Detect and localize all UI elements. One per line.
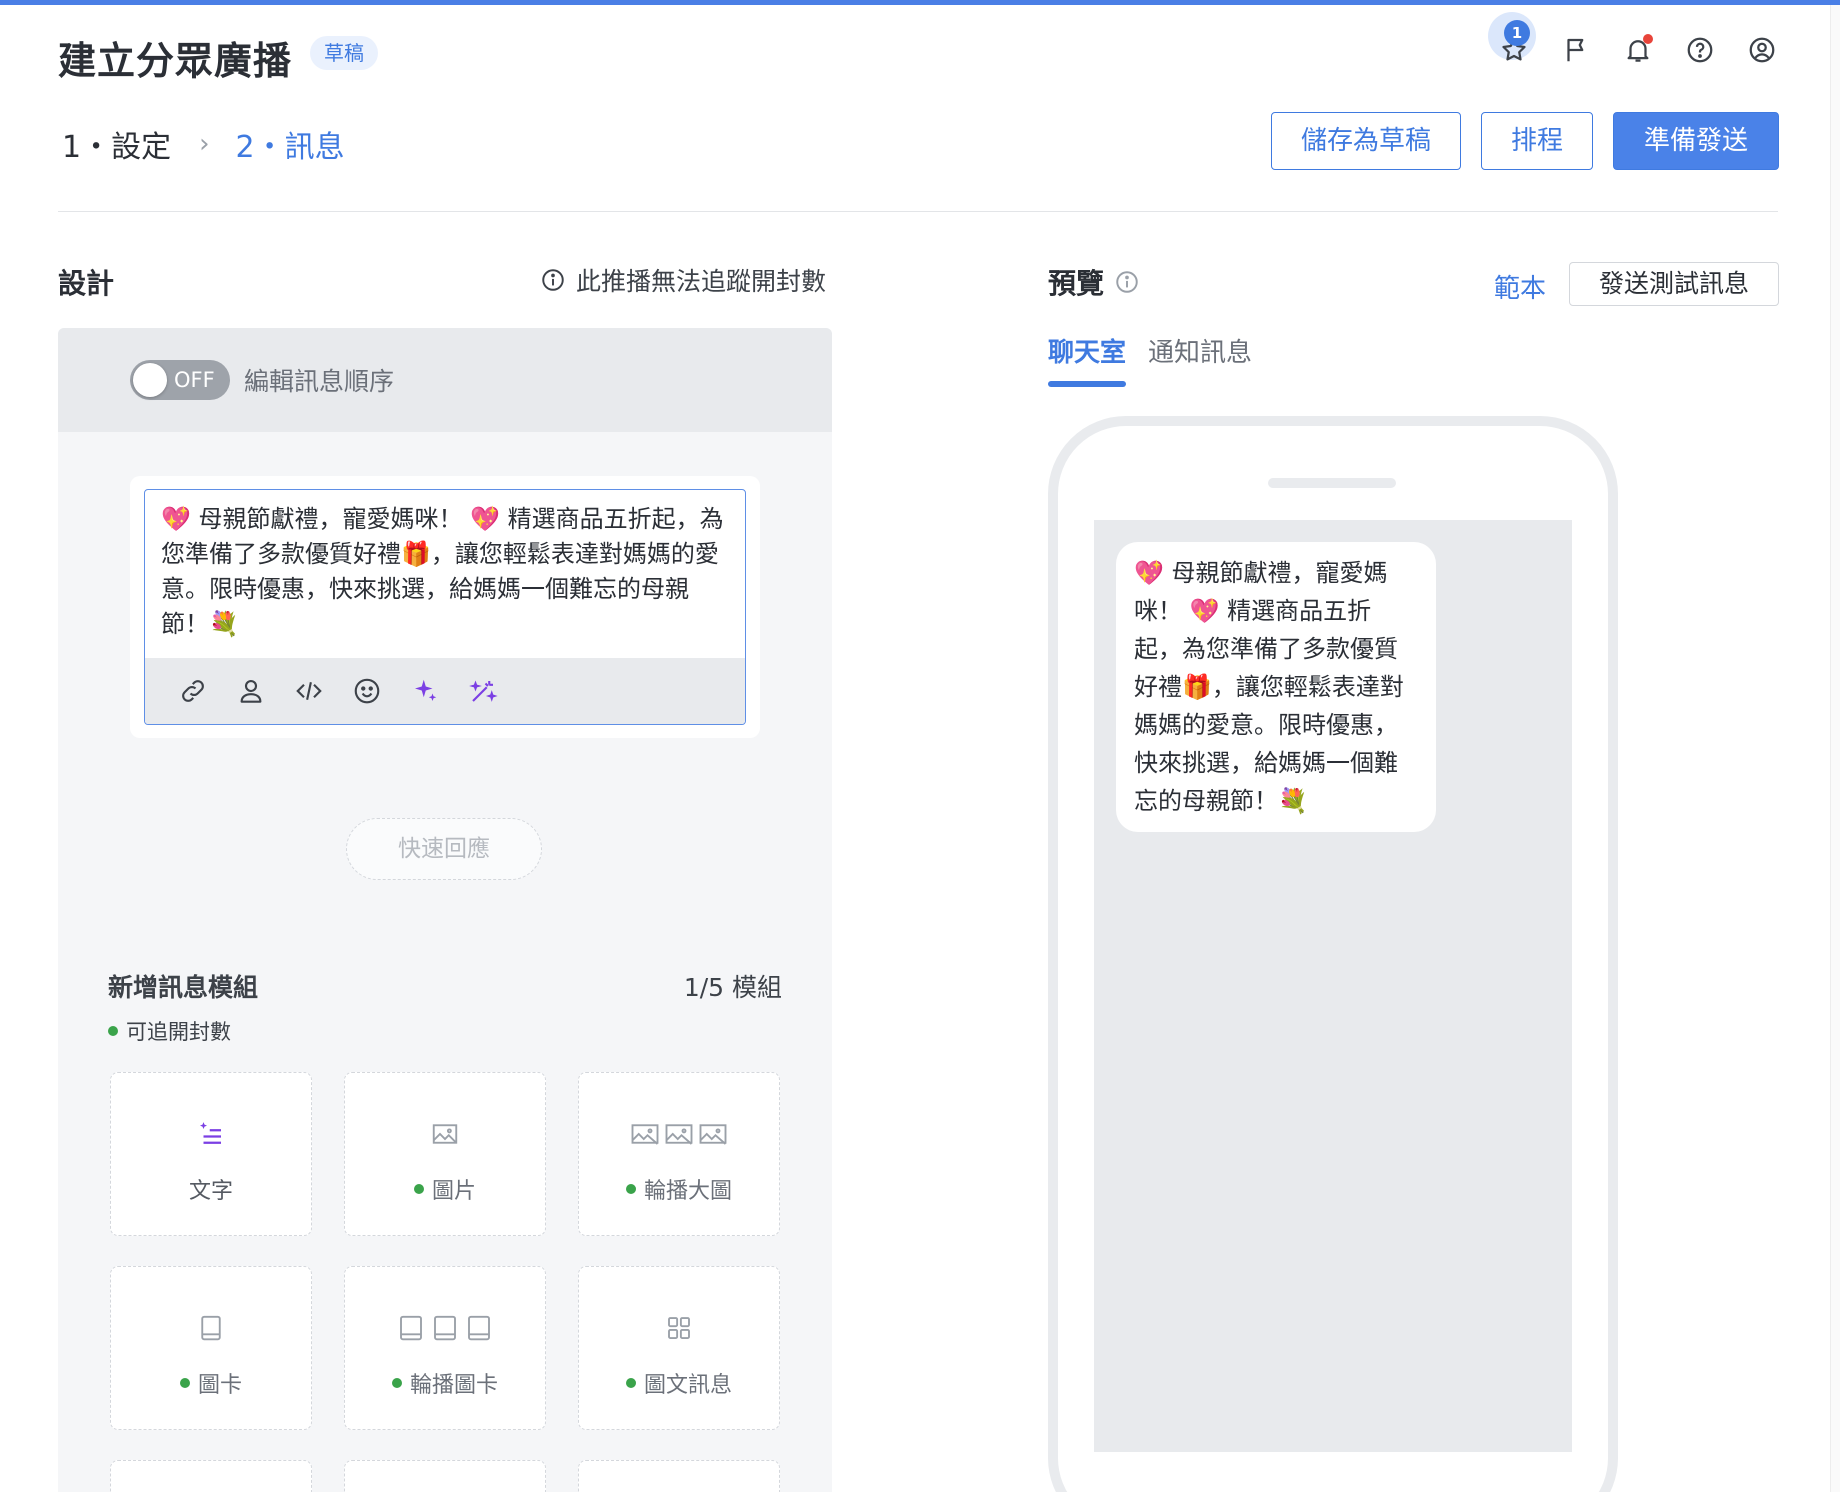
magic-wand-icon[interactable]	[467, 675, 499, 707]
phone-speaker	[1268, 478, 1396, 488]
module-label: 輪播大圖	[643, 1179, 732, 1204]
message-editor-card: 💖 母親節獻禮，寵愛媽咪！ 💖 精選商品五折起，為您準備了多款優質好禮🎁，讓您輕…	[130, 476, 760, 738]
preview-title-text: 預覽	[1048, 267, 1105, 300]
page-scrollbar[interactable]	[1830, 5, 1840, 1492]
page-title: 建立分眾廣播	[58, 39, 293, 83]
module-tile-partial[interactable]	[578, 1460, 780, 1492]
quick-reply-button[interactable]: 快速回應	[346, 818, 542, 880]
trackable-legend: 可追開封數	[108, 1016, 231, 1046]
design-panel: OFF 編輯訊息順序 💖 母親節獻禮，寵愛媽咪！ 💖 精選商品五折起，為您準備了…	[58, 328, 832, 1492]
trackable-dot	[625, 1184, 636, 1194]
chevron-right-icon: ›	[199, 129, 210, 159]
trackable-dot	[108, 1026, 118, 1036]
notification-dot	[1643, 34, 1653, 44]
tab-chatroom[interactable]: 聊天室	[1048, 332, 1127, 387]
module-carousel-image[interactable]: 輪播大圖	[578, 1072, 780, 1236]
toggle-state: OFF	[174, 368, 215, 392]
design-panel-header: OFF 編輯訊息順序	[58, 328, 832, 432]
trackable-dot	[391, 1378, 402, 1388]
step-breadcrumb: 1・設定 › 2・訊息	[62, 122, 345, 166]
carousel-image-icon	[579, 1119, 779, 1151]
message-text-input[interactable]: 💖 母親節獻禮，寵愛媽咪！ 💖 精選商品五折起，為您準備了多款優質好禮🎁，讓您輕…	[161, 502, 731, 642]
trackable-dot	[179, 1378, 190, 1388]
notifications-button[interactable]	[1622, 30, 1654, 70]
trackable-dot	[625, 1378, 636, 1388]
help-button[interactable]	[1684, 30, 1716, 70]
text-icon	[111, 1119, 311, 1151]
tab-notification[interactable]: 通知訊息	[1148, 332, 1252, 381]
action-buttons: 儲存為草稿 排程 準備發送	[1270, 112, 1779, 170]
module-grid: 文字 圖片 輪播大圖 圖卡 輪播圖卡 圖文訊息	[110, 1072, 780, 1492]
grid-icon	[579, 1313, 779, 1345]
module-card[interactable]: 圖卡	[110, 1266, 312, 1430]
favorites-button[interactable]: 1	[1488, 12, 1536, 70]
module-carousel-card[interactable]: 輪播圖卡	[344, 1266, 546, 1430]
prepare-send-button[interactable]: 準備發送	[1612, 112, 1779, 170]
preview-section-title: 預覽	[1048, 262, 1140, 302]
trackable-legend-text: 可追開封數	[126, 1020, 231, 1044]
info-icon	[542, 269, 564, 291]
tracking-note-text: 此推播無法追蹤開封數	[576, 267, 827, 296]
code-icon[interactable]	[293, 675, 325, 707]
favorites-count-badge: 1	[1504, 20, 1530, 46]
emoji-icon[interactable]	[351, 675, 383, 707]
preview-tabs: 聊天室 通知訊息	[1048, 332, 1252, 387]
message-editor[interactable]: 💖 母親節獻禮，寵愛媽咪！ 💖 精選商品五折起，為您準備了多款優質好禮🎁，讓您輕…	[144, 489, 746, 725]
top-icon-bar: 1	[1488, 12, 1778, 70]
step-message[interactable]: 2・訊息	[236, 122, 345, 166]
toggle-knob	[133, 363, 167, 397]
module-imagemap[interactable]: 圖文訊息	[578, 1266, 780, 1430]
module-count: 1/5 模組	[683, 973, 782, 1002]
send-test-message-button[interactable]: 發送測試訊息	[1569, 262, 1779, 306]
header-divider	[58, 211, 1778, 212]
editor-toolbar	[145, 658, 745, 724]
module-label: 圖文訊息	[643, 1373, 732, 1398]
module-label: 圖片	[431, 1179, 476, 1204]
top-accent-bar	[0, 0, 1840, 5]
module-image[interactable]: 圖片	[344, 1072, 546, 1236]
trackable-dot	[413, 1184, 424, 1194]
person-icon[interactable]	[235, 675, 267, 707]
flag-button[interactable]	[1560, 30, 1592, 70]
ai-sparkle-icon[interactable]	[409, 675, 441, 707]
status-badge: 草稿	[310, 36, 378, 70]
schedule-button[interactable]: 排程	[1480, 112, 1593, 170]
image-icon	[345, 1119, 545, 1151]
module-tile-partial[interactable]	[344, 1460, 546, 1492]
step-settings[interactable]: 1・設定	[62, 122, 171, 166]
reorder-toggle-label: 編輯訊息順序	[244, 367, 395, 396]
account-button[interactable]	[1746, 30, 1778, 70]
module-label: 文字	[188, 1179, 233, 1204]
help-icon	[1687, 37, 1713, 63]
module-text[interactable]: 文字	[110, 1072, 312, 1236]
user-circle-icon	[1749, 37, 1775, 63]
flag-icon	[1567, 38, 1584, 62]
tracking-note: 此推播無法追蹤開封數	[540, 262, 826, 298]
design-section-title: 設計	[58, 267, 115, 300]
carousel-card-icon	[345, 1313, 545, 1345]
module-label: 圖卡	[197, 1373, 242, 1398]
card-icon	[111, 1313, 311, 1345]
link-icon[interactable]	[177, 675, 209, 707]
add-module-title: 新增訊息模組	[108, 973, 259, 1002]
module-tile-partial[interactable]	[110, 1460, 312, 1492]
phone-chat-screen: 💖 母親節獻禮，寵愛媽咪！ 💖 精選商品五折起，為您準備了多款優質好禮🎁，讓您輕…	[1094, 520, 1572, 1452]
phone-mockup: 💖 母親節獻禮，寵愛媽咪！ 💖 精選商品五折起，為您準備了多款優質好禮🎁，讓您輕…	[1048, 416, 1618, 1492]
template-link[interactable]: 範本	[1494, 268, 1546, 305]
reorder-toggle[interactable]: OFF	[130, 360, 230, 400]
save-draft-button[interactable]: 儲存為草稿	[1270, 112, 1461, 170]
module-label: 輪播圖卡	[409, 1373, 498, 1398]
chat-message-bubble: 💖 母親節獻禮，寵愛媽咪！ 💖 精選商品五折起，為您準備了多款優質好禮🎁，讓您輕…	[1116, 542, 1436, 832]
info-icon[interactable]	[1114, 269, 1140, 295]
